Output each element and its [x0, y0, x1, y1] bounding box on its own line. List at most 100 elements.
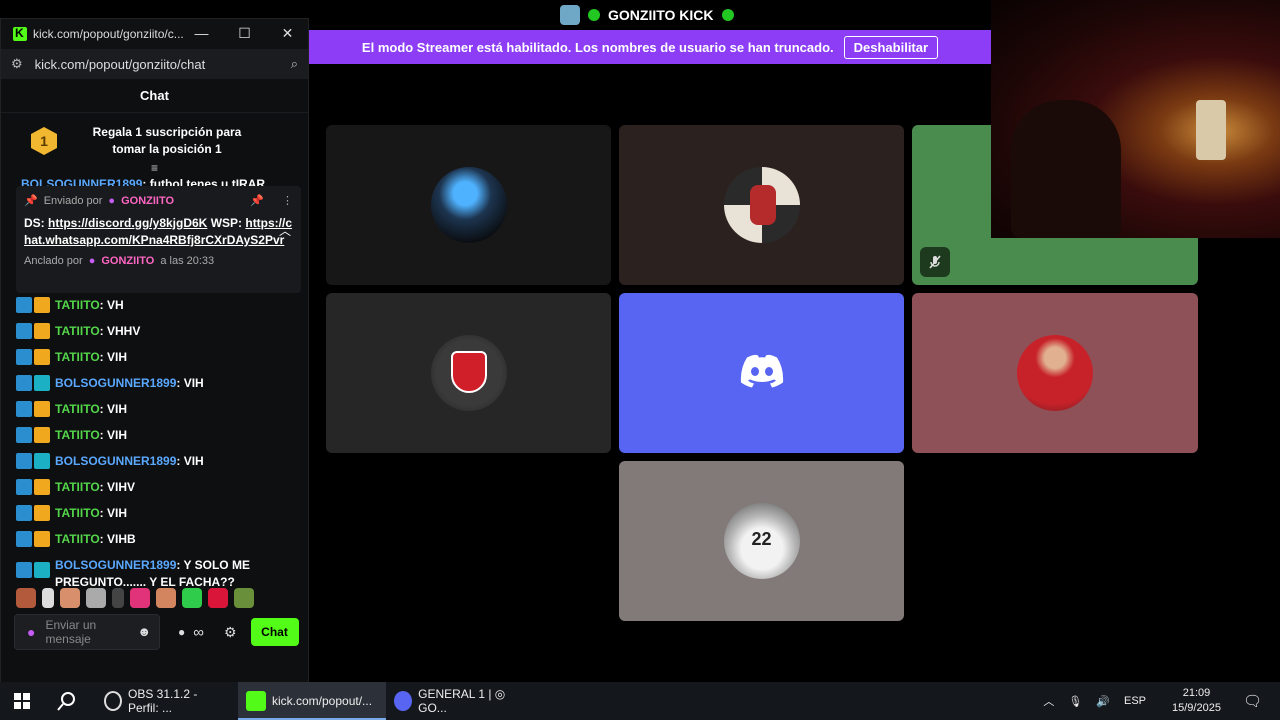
chevron-up-icon[interactable]: ︿ [1043, 693, 1054, 709]
chat-message: TATIITO: VIHB [16, 526, 301, 552]
maximize-icon[interactable]: ☐ [223, 18, 266, 48]
voice-tile-discord[interactable] [619, 293, 904, 453]
badge-icon [34, 375, 50, 391]
emote-icon[interactable] [60, 588, 80, 608]
chat-username[interactable]: TATIITO [55, 350, 100, 364]
chat-username[interactable]: TATIITO [55, 480, 100, 494]
chat-header: Chat [1, 79, 308, 113]
chat-text: : VIH [99, 506, 128, 520]
mic-icon: ● [27, 624, 36, 640]
badge-icon [34, 401, 50, 417]
mic-icon: ● [88, 255, 96, 267]
voice-tile[interactable] [619, 125, 904, 285]
obs-icon [104, 691, 122, 711]
discord-logo-icon [739, 354, 785, 393]
badge-icon [34, 323, 50, 339]
avatar [430, 335, 507, 411]
taskbar-item-obs[interactable]: OBS 31.1.2 - Perfil: ... [96, 682, 238, 720]
window-title: kick.com/popout/gonziito/c... [33, 27, 184, 41]
emote-icon[interactable] [130, 588, 150, 608]
discord-icon [394, 691, 413, 711]
sub-leaderboard-banner[interactable]: 1 Regala 1 suscripción para tomar la pos… [1, 113, 308, 175]
chat-username[interactable]: TATIITO [55, 428, 100, 442]
pinned-body: DS: https://discord.gg/y8kjgD6K WSP: htt… [24, 216, 293, 247]
unpin-icon[interactable]: 📌 [250, 194, 264, 207]
users-icon[interactable]: ● [178, 625, 185, 639]
chat-message: BOLSOGUNNER1899: Y SOLO ME PREGUNTO.....… [16, 557, 301, 591]
chat-username[interactable]: TATIITO [55, 402, 100, 416]
sub-badge-icon [16, 375, 32, 391]
collapse-icon[interactable]: ≡ [151, 161, 158, 175]
emote-icon[interactable] [16, 588, 36, 608]
settings-icon[interactable]: ⚙ [224, 624, 237, 641]
chat-text: : VIHV [99, 480, 136, 494]
site-settings-icon[interactable]: ⚙ [11, 56, 23, 72]
voice-tile[interactable] [326, 125, 611, 285]
chat-username[interactable]: TATIITO [55, 532, 100, 546]
avatar [1017, 335, 1093, 411]
live-indicator-icon [721, 9, 734, 21]
zoom-icon[interactable]: ⌕ [291, 56, 298, 72]
emote-icon[interactable] [182, 588, 202, 608]
badge-icon [34, 479, 50, 495]
sub-badge-icon [16, 297, 32, 313]
sub-badge-icon [16, 401, 32, 417]
pinned-sender[interactable]: GONZIITO [121, 195, 174, 207]
disable-streamer-button[interactable]: Deshabilitar [843, 35, 939, 59]
close-icon[interactable]: ✕ [266, 18, 309, 48]
send-chat-button[interactable]: Chat [250, 618, 299, 646]
message-input[interactable]: ● Enviar un mensaje ☻ [14, 614, 160, 650]
taskbar-item-kick[interactable]: kick.com/popout/... [238, 682, 386, 720]
chat-username[interactable]: TATIITO [55, 506, 100, 520]
sub-badge-icon [16, 349, 32, 365]
voice-tile[interactable]: 22 [619, 461, 904, 621]
rank-badge-icon: 1 [31, 127, 57, 155]
pin-icon: 📌 [24, 195, 38, 207]
search-button[interactable] [44, 682, 90, 720]
taskbar: OBS 31.1.2 - Perfil: ... kick.com/popout… [0, 682, 1280, 720]
emoji-icon[interactable]: ☻ [137, 625, 151, 639]
clock[interactable]: 21:09 15/9/2025 [1172, 686, 1221, 716]
message-placeholder: Enviar un mensaje [45, 618, 97, 646]
emote-icon[interactable] [112, 588, 124, 608]
notifications-icon[interactable]: 🗨 [1243, 692, 1262, 710]
more-options-icon[interactable]: ⋮ [282, 194, 293, 207]
minimize-icon[interactable]: — [180, 18, 223, 48]
sub-badge-icon [16, 531, 32, 547]
screen: GONZIITO KICK El modo Streamer está habi… [0, 0, 1280, 720]
badge-icon [34, 427, 50, 443]
url-text[interactable]: kick.com/popout/gonziito/chat [35, 57, 279, 72]
infinity-icon[interactable]: ∞ [193, 624, 204, 641]
chat-username[interactable]: TATIITO [55, 298, 100, 312]
chat-username[interactable]: TATIITO [55, 324, 100, 338]
language-indicator[interactable]: ESP [1124, 695, 1146, 707]
chat-message: TATIITO: VH [16, 292, 301, 318]
emote-icon[interactable] [156, 588, 176, 608]
sub-badge-icon [16, 323, 32, 339]
pinned-meta: 📌 Enviado por ● GONZIITO 📌 ⋮ [24, 194, 293, 208]
microphone-icon[interactable]: 🎙 [1068, 695, 1082, 708]
volume-icon[interactable]: 🔊 [1096, 695, 1110, 708]
chat-username[interactable]: BOLSOGUNNER1899 [55, 376, 176, 390]
emote-icon[interactable] [234, 588, 254, 608]
stage-title: GONZIITO KICK [608, 7, 714, 23]
emote-icon[interactable] [208, 588, 228, 608]
discord-link[interactable]: https://discord.gg/y8kjgD6K [48, 216, 207, 230]
voice-tile[interactable] [912, 293, 1198, 453]
sub-badge-icon [16, 479, 32, 495]
pinned-message: 📌 Enviado por ● GONZIITO 📌 ⋮ DS: https:/… [16, 186, 301, 293]
emote-icon[interactable] [86, 588, 106, 608]
emote-icon[interactable] [42, 588, 54, 608]
start-button[interactable] [0, 682, 44, 720]
sub-badge-icon [16, 505, 32, 521]
taskbar-item-discord[interactable]: GENERAL 1 | ◎ GO... [386, 682, 534, 720]
chat-username[interactable]: BOLSOGUNNER1899 [55, 454, 176, 468]
sub-badge-icon [16, 562, 32, 578]
chat-message-list: TATIITO: VH TATIITO: VHHV TATIITO: VIH BOLS… [16, 292, 301, 591]
chat-username[interactable]: BOLSOGUNNER1899 [55, 558, 176, 572]
chevron-up-icon[interactable]: ︿ [279, 222, 291, 239]
chat-message: TATIITO: VIH [16, 500, 301, 526]
live-indicator-icon [588, 9, 600, 21]
address-bar[interactable]: ⚙ kick.com/popout/gonziito/chat ⌕ [1, 49, 308, 79]
voice-tile[interactable] [326, 293, 611, 453]
